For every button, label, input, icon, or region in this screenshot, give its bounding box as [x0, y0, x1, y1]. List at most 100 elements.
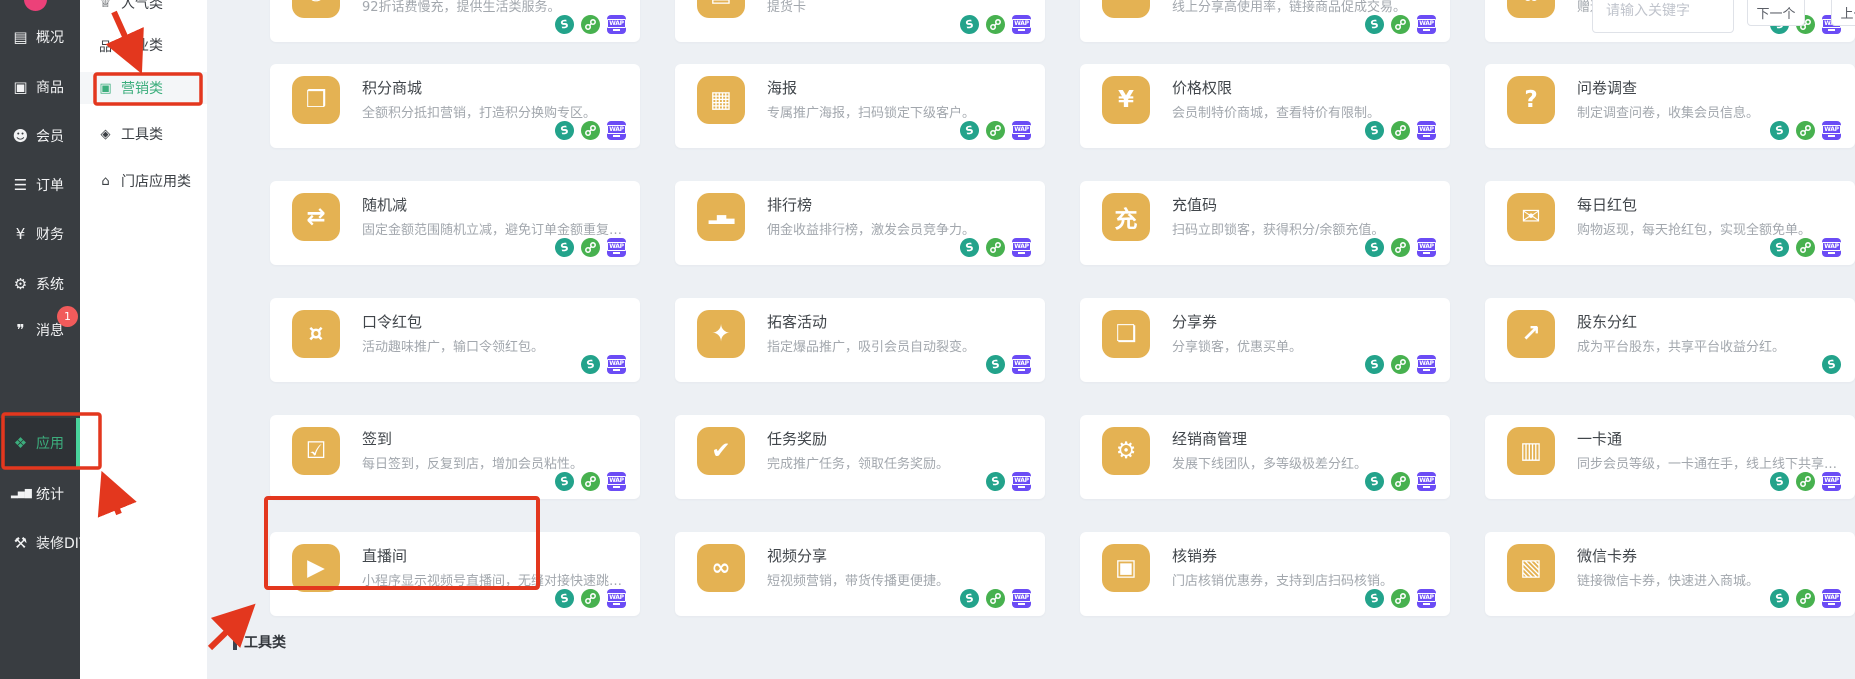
app-card-phone-recharge-icon[interactable]: ✆ 92折话费慢充，提供生活类服务。 SWAP	[270, 0, 640, 42]
platform-icons: SWAP	[1365, 472, 1436, 491]
category-item-label: 工具类	[121, 124, 163, 144]
app-card-积分商城[interactable]: ❒ 积分商城 全额积分抵扣营销，打造积分换购专区。 SWAP	[270, 64, 640, 148]
sidebar-item-订单[interactable]: ☰ 订单	[0, 167, 80, 203]
app-card-description: 92折话费慢充，提供生活类服务。	[362, 0, 561, 15]
app-card-充值码[interactable]: 充 充值码 扫码立即锁客，获得积分/余额充值。 SWAP	[1080, 181, 1450, 265]
sidebar-item-label: 应用	[36, 433, 64, 453]
app-card-任务奖励[interactable]: ✔ 任务奖励 完成推广任务，领取任务奖励。 SWAP	[675, 415, 1045, 499]
category-item-门店应用类[interactable]: ⌂ 门店应用类	[80, 165, 207, 197]
decorate-hammer-icon: ⚒	[11, 534, 30, 552]
clipboard-check-icon: ✔	[697, 427, 745, 475]
category-item-工具类[interactable]: ◈ 工具类	[80, 118, 207, 150]
link-icon	[1391, 355, 1410, 374]
wap-icon: WAP	[1417, 121, 1436, 140]
app-card-share-icon[interactable]: ↗ 线上分享高使用率，链接商品促成交易。 SWAP	[1080, 0, 1450, 42]
category-item-营销类[interactable]: ▣ 营销类	[80, 72, 207, 104]
sidebar-item-会员[interactable]: ☻ 会员	[0, 118, 80, 154]
miniprogram-icon: S	[579, 353, 602, 376]
app-card-description: 提货卡	[767, 0, 806, 15]
wap-icon: WAP	[1417, 589, 1436, 608]
app-card-title: 价格权限	[1172, 77, 1232, 98]
link-icon	[986, 121, 1005, 140]
miniprogram-icon: S	[1768, 470, 1791, 493]
sidebar-item-概况[interactable]: ▤ 概况	[0, 19, 80, 55]
app-card-description: 制定调查问卷，收集会员信息。	[1577, 102, 1759, 121]
gift-ribbon-icon: ✿	[1507, 0, 1555, 18]
miniprogram-icon: S	[1768, 236, 1791, 259]
app-card-title: 任务奖励	[767, 428, 827, 449]
app-card-拓客活动[interactable]: ✦ 拓客活动 指定爆品推广，吸引会员自动裂变。 SWAP	[675, 298, 1045, 382]
app-card-经销商管理[interactable]: ⚙ 经销商管理 发展下线团队，多等级极差分红。 SWAP	[1080, 415, 1450, 499]
app-card-description: 链接微信卡券，快速进入商城。	[1577, 570, 1759, 589]
main-sidebar: ▤ 概况 ▣ 商品 ☻ 会员 ☰ 订单 ¥ 财务 ⚙ 系统 ❞ 消息 ❖ 应用 …	[0, 0, 80, 679]
sidebar-item-统计[interactable]: ▂▅▇ 统计	[0, 476, 80, 512]
section-accent-bar	[233, 635, 237, 650]
miniprogram-icon: S	[958, 13, 981, 36]
sidebar-item-财务[interactable]: ¥ 财务	[0, 216, 80, 252]
find-next-button[interactable]: 下一个	[1747, 0, 1805, 26]
sidebar-item-系统[interactable]: ⚙ 系统	[0, 266, 80, 302]
app-card-海报[interactable]: ▦ 海报 专属推广海报，扫码锁定下级客户。 SWAP	[675, 64, 1045, 148]
miniprogram-icon: S	[553, 13, 576, 36]
wap-icon: WAP	[1822, 121, 1841, 140]
app-card-股东分红[interactable]: ↗ 股东分红 成为平台股东，共享平台收益分红。 S	[1485, 298, 1855, 382]
platform-icons: SWAP	[555, 15, 626, 34]
sidebar-item-应用[interactable]: ❖ 应用	[0, 418, 80, 468]
search-input[interactable]	[1604, 2, 1722, 20]
sidebar-item-装修DIY[interactable]: ⚒ 装修DIY	[0, 525, 80, 561]
live-camera-icon: ▶	[292, 544, 340, 592]
system-gear-icon: ⚙	[11, 275, 30, 293]
link-icon	[581, 15, 600, 34]
app-card-description: 同步会员等级，一卡通在手，线上线下共享优...	[1577, 453, 1839, 472]
app-card-description: 门店核销优惠券，支持到店扫码核销。	[1172, 570, 1393, 589]
wap-icon: WAP	[1822, 589, 1841, 608]
sidebar-item-label: 概况	[36, 27, 64, 47]
link-icon	[986, 15, 1005, 34]
platform-icons: SWAP	[1365, 238, 1436, 257]
app-card-口令红包[interactable]: ¤ 口令红包 活动趣味推广，输口令领红包。 SWAP	[270, 298, 640, 382]
platform-icons: SWAP	[986, 472, 1031, 491]
miniprogram-icon: S	[958, 587, 981, 610]
miniprogram-icon: S	[958, 119, 981, 142]
sidebar-item-label: 财务	[36, 224, 64, 244]
platform-icons: SWAP	[1365, 589, 1436, 608]
category-item-行业类[interactable]: 品 行业类	[80, 29, 207, 61]
app-card-随机减[interactable]: ⇄ 随机减 固定金额范围随机立减，避免订单金额重复单... SWAP	[270, 181, 640, 265]
app-card-分享券[interactable]: ❏ 分享券 分享锁客，优惠买单。 SWAP	[1080, 298, 1450, 382]
category-item-label: 营销类	[121, 78, 163, 98]
app-card-直播间[interactable]: ▶ 直播间 小程序显示视频号直播间，无缝对接快速跳转。 SWAP	[270, 532, 640, 616]
app-card-title: 核销券	[1172, 545, 1217, 566]
miniprogram-icon: S	[1768, 587, 1791, 610]
category-item-人气类[interactable]: ♕ 人气类	[80, 0, 207, 19]
app-card-title: 股东分红	[1577, 311, 1637, 332]
app-card-每日红包[interactable]: ✉ 每日红包 购物返现，每天抢红包，实现全额免单。 SWAP	[1485, 181, 1855, 265]
find-prev-button[interactable]: 上一个	[1831, 0, 1855, 26]
app-card-微信卡券[interactable]: ▧ 微信卡券 链接微信卡券，快速进入商城。 SWAP	[1485, 532, 1855, 616]
app-card-title: 拓客活动	[767, 311, 827, 332]
app-card-价格权限[interactable]: ¥ 价格权限 会员制特价商城，查看特价有限制。 SWAP	[1080, 64, 1450, 148]
app-card-一卡通[interactable]: ▥ 一卡通 同步会员等级，一卡通在手，线上线下共享优... SWAP	[1485, 415, 1855, 499]
category-item-label: 行业类	[121, 35, 163, 55]
link-icon	[1796, 238, 1815, 257]
link-icon	[581, 121, 600, 140]
app-card-签到[interactable]: ☑ 签到 每日签到，反复到店，增加会员粘性。 SWAP	[270, 415, 640, 499]
link-icon	[1796, 121, 1815, 140]
recharge-code-icon: 充	[1102, 193, 1150, 241]
platform-icons: SWAP	[1365, 121, 1436, 140]
app-card-description: 完成推广任务，领取任务奖励。	[767, 453, 949, 472]
wap-icon: WAP	[1417, 15, 1436, 34]
wap-icon: WAP	[607, 121, 626, 140]
app-card-description: 全额积分抵扣营销，打造积分换购专区。	[362, 102, 596, 121]
link-icon	[1796, 589, 1815, 608]
app-card-title: 海报	[767, 77, 797, 98]
message-count-badge: 1	[57, 306, 78, 327]
link-icon	[581, 472, 600, 491]
message-icon: ❞	[11, 321, 30, 339]
app-card-排行榜[interactable]: ▂▅▃ 排行榜 佣金收益排行榜，激发会员竞争力。 SWAP	[675, 181, 1045, 265]
app-card-核销券[interactable]: ▣ 核销券 门店核销优惠券，支持到店扫码核销。 SWAP	[1080, 532, 1450, 616]
app-card-pickup-card-icon[interactable]: ▤ 提货卡 SWAP	[675, 0, 1045, 42]
wap-icon: WAP	[607, 589, 626, 608]
sidebar-item-商品[interactable]: ▣ 商品	[0, 69, 80, 105]
app-card-视频分享[interactable]: ∞ 视频分享 短视频营销，带货传播更便捷。 SWAP	[675, 532, 1045, 616]
app-card-问卷调查[interactable]: ? 问卷调查 制定调查问卷，收集会员信息。 SWAP	[1485, 64, 1855, 148]
